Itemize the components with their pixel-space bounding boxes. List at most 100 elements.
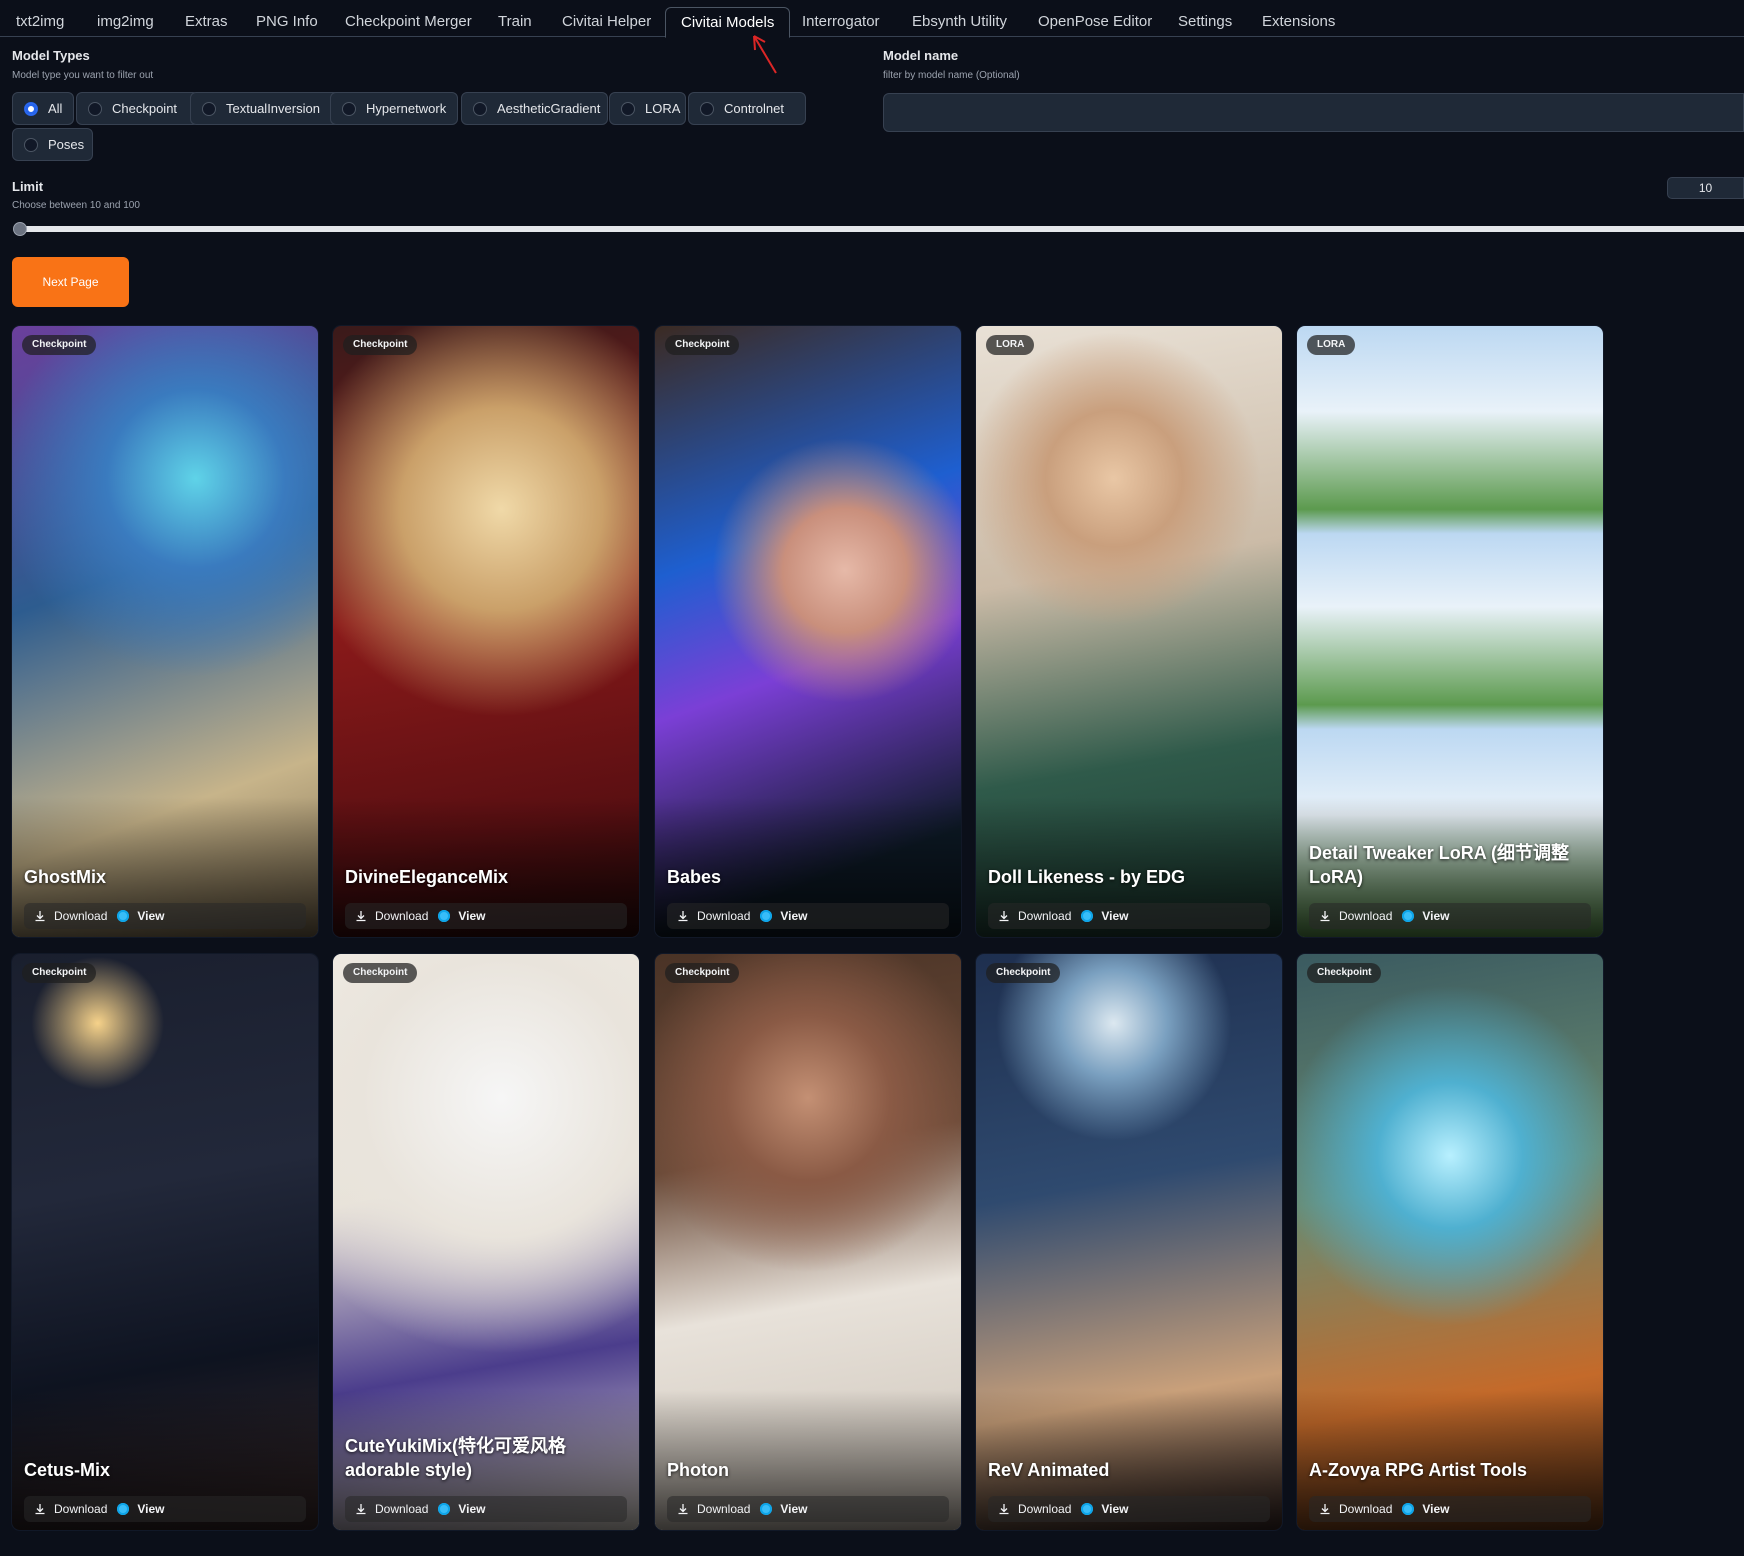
radio-textualinversion[interactable]: TextualInversion (190, 92, 341, 125)
globe-icon (438, 910, 451, 922)
limit-hint: Choose between 10 and 100 (12, 200, 140, 211)
next-page-button[interactable]: Next Page (12, 257, 129, 307)
radio-checkpoint[interactable]: Checkpoint (76, 92, 199, 125)
download-icon (678, 911, 688, 922)
radio-hypernetwork[interactable]: Hypernetwork (330, 92, 458, 125)
tab-settings[interactable]: Settings (1163, 7, 1247, 37)
radio-unselected-icon (202, 101, 216, 116)
model-title: Babes (667, 867, 722, 887)
model-card[interactable]: Checkpoint GhostMix Download View (12, 326, 318, 937)
tab-train[interactable]: Train (483, 7, 547, 37)
model-card[interactable]: Checkpoint Cetus-Mix Download View (12, 954, 318, 1530)
limit-slider-thumb[interactable] (13, 222, 27, 236)
download-label: Download (1339, 1502, 1393, 1516)
model-type-badge: Checkpoint (343, 335, 418, 355)
model-name-input[interactable] (883, 93, 1744, 132)
radio-unselected-icon (621, 101, 635, 116)
globe-icon (760, 910, 773, 922)
radio-all[interactable]: All (12, 92, 74, 125)
tab-png-info[interactable]: PNG Info (241, 7, 333, 37)
download-label: Download (1018, 909, 1072, 923)
limit-label: Limit (12, 179, 44, 194)
radio-unselected-icon (700, 101, 714, 116)
download-icon (999, 911, 1009, 922)
download-icon (1320, 1504, 1330, 1515)
download-button[interactable]: Download (677, 1502, 750, 1516)
model-card[interactable]: Checkpoint Babes Download View (655, 326, 961, 937)
view-button[interactable]: View (117, 1502, 165, 1516)
radio-label: AestheticGradient (497, 101, 601, 116)
download-button[interactable]: Download (34, 909, 107, 923)
tab-interrogator[interactable]: Interrogator (787, 7, 895, 37)
download-button[interactable]: Download (355, 909, 428, 923)
view-button[interactable]: View (117, 909, 165, 923)
model-card[interactable]: Checkpoint ReV Animated Download View (976, 954, 1282, 1530)
view-label: View (137, 1502, 165, 1516)
view-button[interactable]: View (760, 909, 808, 923)
tab-extras[interactable]: Extras (170, 7, 243, 37)
radio-unselected-icon (88, 101, 102, 116)
radio-aestheticgradient[interactable]: AestheticGradient (461, 92, 608, 125)
model-card[interactable]: Checkpoint DivineEleganceMix Download View (333, 326, 639, 937)
tab-extensions[interactable]: Extensions (1247, 7, 1350, 37)
model-type-badge: Checkpoint (22, 335, 97, 355)
download-icon (999, 1504, 1009, 1515)
radio-poses[interactable]: Poses (12, 128, 93, 161)
download-button[interactable]: Download (1319, 909, 1392, 923)
tab-img2img[interactable]: img2img (82, 7, 169, 37)
globe-icon (1402, 1503, 1415, 1515)
download-button[interactable]: Download (355, 1502, 428, 1516)
view-label: View (458, 1502, 486, 1516)
download-icon (356, 911, 366, 922)
model-title: CuteYukiMix(特化可爱风格adorable style) (345, 1436, 567, 1480)
model-card[interactable]: Checkpoint A-Zovya RPG Artist Tools Downlo… (1297, 954, 1603, 1530)
model-type-badge: Checkpoint (22, 963, 97, 983)
card-actions: Download View (988, 1496, 1270, 1522)
limit-slider-track[interactable] (20, 226, 1744, 232)
download-button[interactable]: Download (1319, 1502, 1392, 1516)
download-label: Download (54, 909, 108, 923)
globe-icon (438, 1503, 451, 1515)
download-button[interactable]: Download (677, 909, 750, 923)
globe-icon (1081, 1503, 1094, 1515)
download-button[interactable]: Download (998, 909, 1071, 923)
tab-checkpoint-merger[interactable]: Checkpoint Merger (330, 7, 487, 37)
view-label: View (1422, 1502, 1450, 1516)
model-card[interactable]: LORA Doll Likeness - by EDG Download View (976, 326, 1282, 937)
model-card[interactable]: Checkpoint CuteYukiMix(特化可爱风格adorable sty… (333, 954, 639, 1530)
model-name-hint: filter by model name (Optional) (883, 70, 1020, 81)
model-name-label: Model name (883, 48, 959, 63)
radio-label: Checkpoint (112, 101, 178, 116)
radio-label: Controlnet (724, 101, 784, 116)
tab-ebsynth-utility[interactable]: Ebsynth Utility (897, 7, 1022, 37)
radio-label: TextualInversion (226, 101, 320, 116)
view-label: View (1101, 909, 1129, 923)
view-button[interactable]: View (438, 909, 486, 923)
radio-label: Poses (48, 137, 85, 152)
view-button[interactable]: View (1402, 909, 1450, 923)
view-button[interactable]: View (1081, 1502, 1129, 1516)
download-label: Download (54, 1502, 108, 1516)
model-type-badge: Checkpoint (1307, 963, 1382, 983)
view-button[interactable]: View (1081, 909, 1129, 923)
view-button[interactable]: View (1402, 1502, 1450, 1516)
view-label: View (1422, 909, 1450, 923)
tab-openpose-editor[interactable]: OpenPose Editor (1023, 7, 1167, 37)
download-button[interactable]: Download (998, 1502, 1071, 1516)
radio-label: LORA (645, 101, 681, 116)
radio-controlnet[interactable]: Controlnet (688, 92, 806, 125)
tab-txt2img[interactable]: txt2img (1, 7, 79, 37)
tab-civitai-helper[interactable]: Civitai Helper (547, 7, 666, 37)
model-title: DivineEleganceMix (345, 867, 509, 887)
view-button[interactable]: View (438, 1502, 486, 1516)
download-button[interactable]: Download (34, 1502, 107, 1516)
model-types-hint: Model type you want to filter out (12, 70, 154, 81)
model-card[interactable]: Checkpoint Photon Download View (655, 954, 961, 1530)
model-type-badge: Checkpoint (665, 963, 740, 983)
model-card[interactable]: LORA Detail Tweaker LoRA (细节调整LoRA) Downlo… (1297, 326, 1603, 937)
radio-lora[interactable]: LORA (609, 92, 686, 125)
view-button[interactable]: View (760, 1502, 808, 1516)
model-type-badge: Checkpoint (986, 963, 1061, 983)
card-actions: Download View (988, 903, 1270, 929)
limit-number-input[interactable] (1667, 177, 1744, 199)
